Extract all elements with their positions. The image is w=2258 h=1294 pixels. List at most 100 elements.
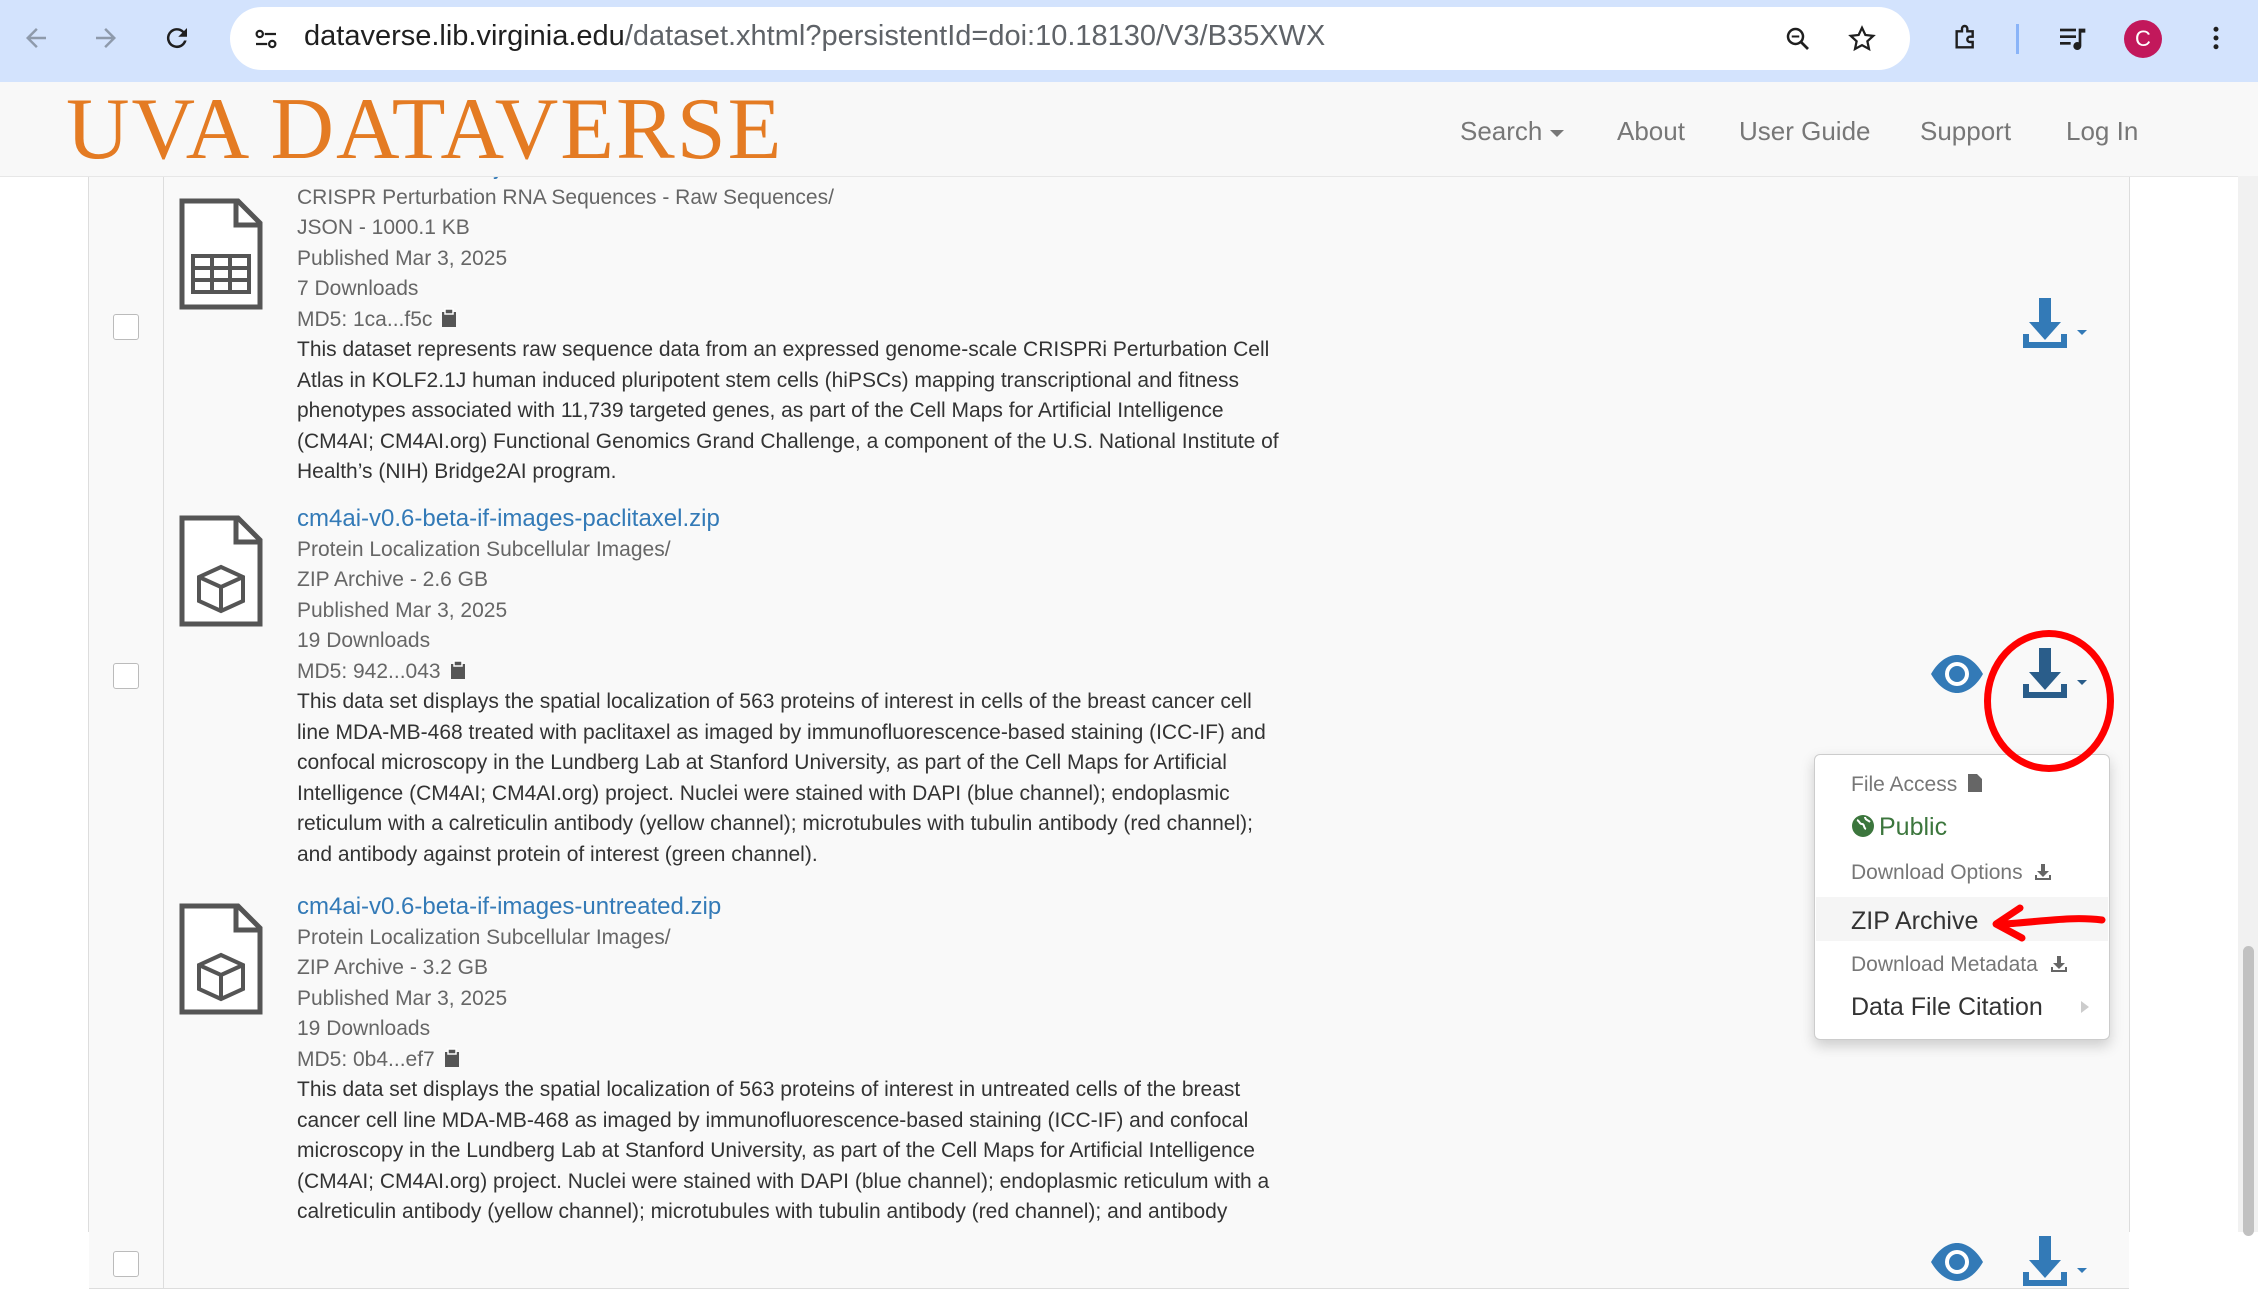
- download-options-label: Download Options: [1851, 861, 2023, 884]
- nav-search-dropdown[interactable]: Search: [1460, 116, 1565, 147]
- file-md5: MD5: 0b4...ef7: [297, 1045, 1269, 1076]
- file-downloads: 7 Downloads: [297, 277, 419, 300]
- description-line: Health’s (NIH) Bridge2AI program.: [297, 460, 617, 483]
- playlist-icon: [2060, 28, 2086, 51]
- url-text[interactable]: dataverse.lib.virginia.edu/dataset.xhtml…: [304, 20, 1325, 53]
- site-info-icon[interactable]: [246, 19, 286, 59]
- back-button[interactable]: [14, 16, 58, 60]
- browser-toolbar: dataverse.lib.virginia.edu/dataset.xhtml…: [0, 0, 2258, 82]
- file-published: Published Mar 3, 2025: [297, 598, 508, 622]
- download-options-header: Download Options: [1851, 861, 2052, 885]
- description-line: reticulum with a calreticulin antibody (…: [297, 812, 1253, 835]
- more-vertical-icon: [2213, 26, 2219, 50]
- download-icon[interactable]: [2019, 296, 2099, 356]
- arrow-right-icon: [96, 28, 116, 48]
- file-description: This dataset represents raw sequence dat…: [297, 335, 1279, 488]
- page-scrollbar[interactable]: [2238, 176, 2258, 1236]
- preview-eye-icon[interactable]: [1929, 652, 1985, 696]
- row-checkbox[interactable]: [113, 314, 139, 340]
- scrollbar-thumb[interactable]: [2243, 946, 2254, 1236]
- nav-search-label: Search: [1460, 116, 1543, 146]
- bookmark-star-icon[interactable]: [1842, 19, 1882, 59]
- download-metadata-label: Download Metadata: [1851, 953, 2038, 976]
- row-checkbox[interactable]: [113, 663, 139, 689]
- download-icon[interactable]: [2019, 1234, 2099, 1294]
- file-name-link[interactable]: cm4ai-v0.6-beta-if-images-paclitaxel.zip: [297, 504, 1266, 535]
- description-line: This data set displays the spatial local…: [297, 1078, 1241, 1101]
- file-folder: CRISPR Perturbation RNA Sequences - Raw …: [297, 185, 834, 209]
- file-info: cm4ai-v0.6-beta-if-images-paclitaxel.zip…: [297, 504, 1266, 870]
- reload-icon: [166, 28, 187, 49]
- data-file-citation-item[interactable]: Data File Citation: [1851, 993, 2043, 1022]
- file-type-size: ZIP Archive - 3.2 GB: [297, 956, 489, 979]
- site-navbar: UVA DATAVERSE Search About User Guide Su…: [0, 82, 2258, 177]
- md5-text: MD5: 942...043: [297, 659, 441, 683]
- file-access-header: File Access: [1851, 773, 1983, 797]
- description-line: calreticulin antibody (yellow channel); …: [297, 1200, 1228, 1223]
- description-line: Atlas in KOLF2.1J human induced pluripot…: [297, 368, 1239, 392]
- profile-avatar[interactable]: C: [2124, 20, 2162, 58]
- file-description: This data set displays the spatial local…: [297, 687, 1266, 870]
- file-info: ro-crate-metadata.json CRISPR Perturbati…: [297, 152, 1279, 488]
- file-type-size: ZIP Archive - 2.6 GB: [297, 568, 489, 591]
- description-line: (CM4AI; CM4AI.org) Functional Genomics G…: [297, 429, 1279, 453]
- description-line: microscopy in the Lundberg Lab at Stanfo…: [297, 1139, 1255, 1162]
- description-line: cancer cell line MDA-MB-468 as imaged by…: [297, 1108, 1249, 1132]
- globe-icon: [1852, 815, 1874, 837]
- file-info: cm4ai-v0.6-beta-if-images-untreated.zip …: [297, 892, 1269, 1228]
- clipboard-icon[interactable]: [443, 1047, 461, 1068]
- download-metadata-header: Download Metadata: [1851, 953, 2068, 977]
- description-line: This data set displays the spatial local…: [297, 690, 1252, 713]
- nav-about[interactable]: About: [1617, 116, 1685, 147]
- toolbar-divider: [2016, 24, 2019, 54]
- reload-button[interactable]: [155, 16, 199, 60]
- red-arrow-annotation: [1992, 904, 2106, 942]
- files-table: ro-crate-metadata.json CRISPR Perturbati…: [88, 116, 2130, 1289]
- file-md5: MD5: 942...043: [297, 657, 1266, 688]
- chevron-right-icon: [2081, 1001, 2089, 1013]
- preview-eye-icon[interactable]: [1929, 1240, 1985, 1284]
- file-published: Published Mar 3, 2025: [297, 986, 508, 1010]
- forward-button[interactable]: [84, 16, 128, 60]
- arrow-left-icon: [26, 28, 46, 48]
- nav-login[interactable]: Log In: [2066, 116, 2138, 147]
- md5-text: MD5: 1ca...f5c: [297, 307, 433, 331]
- table-file-icon: [179, 198, 263, 310]
- download-small-icon: [2035, 864, 2052, 880]
- file-published: Published Mar 3, 2025: [297, 246, 508, 270]
- archive-file-icon: [179, 515, 263, 627]
- description-line: phenotypes associated with 11,739 target…: [297, 399, 1224, 422]
- clipboard-icon[interactable]: [449, 659, 467, 680]
- nav-support[interactable]: Support: [1920, 116, 2011, 147]
- description-line: Intelligence (CM4AI; CM4AI.org) project.…: [297, 781, 1230, 805]
- puzzle-icon: [1955, 24, 1974, 49]
- select-cell: [89, 500, 164, 888]
- site-logo[interactable]: UVA DATAVERSE: [66, 86, 783, 174]
- file-downloads: 19 Downloads: [297, 1017, 431, 1040]
- description-line: confocal microscopy in the Lundberg Lab …: [297, 751, 1227, 774]
- file-options-dropdown: File Access Public Download Options ZIP …: [1814, 754, 2110, 1040]
- row-checkbox[interactable]: [113, 1251, 139, 1277]
- description-line: This dataset represents raw sequence dat…: [297, 338, 1270, 361]
- media-button[interactable]: [2050, 16, 2094, 60]
- extensions-button[interactable]: [1944, 16, 1988, 60]
- download-small-icon: [2050, 956, 2067, 972]
- file-folder: Protein Localization Subcellular Images/: [297, 925, 671, 949]
- archive-file-icon: [179, 903, 263, 1015]
- file-folder: Protein Localization Subcellular Images/: [297, 537, 671, 561]
- caret-down-icon: [1550, 129, 1565, 137]
- md5-text: MD5: 0b4...ef7: [297, 1047, 435, 1071]
- clipboard-icon[interactable]: [440, 307, 458, 328]
- zip-archive-label[interactable]: ZIP Archive: [1851, 907, 1978, 936]
- nav-user-guide[interactable]: User Guide: [1739, 116, 1871, 147]
- description-line: and antibody against protein of interest…: [297, 842, 818, 866]
- data-file-citation-label: Data File Citation: [1851, 993, 2043, 1021]
- url-path: /dataset.xhtml?persistentId=doi:10.18130…: [624, 20, 1326, 52]
- file-md5: MD5: 1ca...f5c: [297, 305, 1279, 336]
- zoom-icon[interactable]: [1778, 19, 1818, 59]
- file-name-link[interactable]: cm4ai-v0.6-beta-if-images-untreated.zip: [297, 892, 1269, 923]
- browser-menu-button[interactable]: [2194, 16, 2238, 60]
- red-circle-annotation: [1984, 630, 2114, 772]
- file-access-label: File Access: [1851, 773, 1958, 796]
- address-bar[interactable]: dataverse.lib.virginia.edu/dataset.xhtml…: [230, 7, 1910, 70]
